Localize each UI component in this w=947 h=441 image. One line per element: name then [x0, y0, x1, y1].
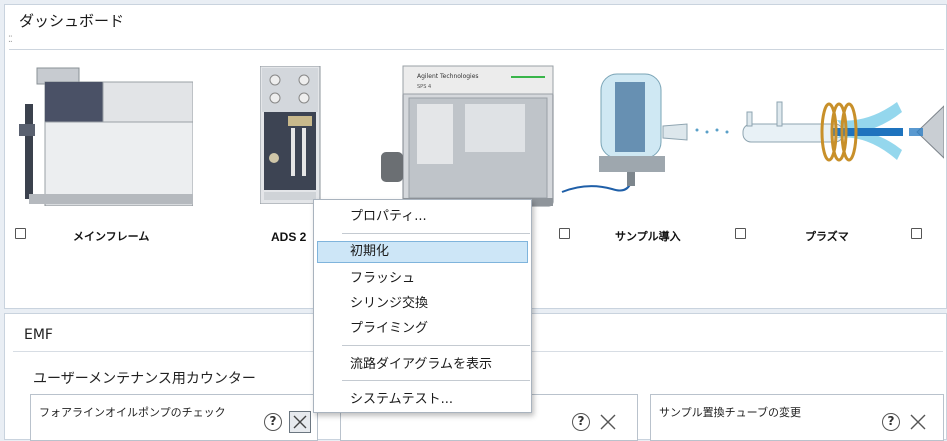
card-title: フォアラインオイルポンプのチェック	[39, 406, 226, 419]
card-title: サンプル置換チューブの変更	[659, 406, 802, 419]
mainframe-instrument-icon[interactable]	[15, 64, 193, 206]
drag-grip-icon[interactable]: ⁚⁚	[8, 35, 13, 45]
menu-separator	[342, 380, 530, 381]
plasma-torch-icon[interactable]	[737, 72, 912, 190]
menu-item-show-flow-diagram[interactable]: 流路ダイアグラムを表示	[317, 354, 528, 376]
menu-item-flush[interactable]: フラッシュ	[317, 268, 528, 290]
help-icon[interactable]: ?	[264, 413, 282, 431]
sample-introduction-icon[interactable]	[557, 64, 737, 206]
menu-item-properties[interactable]: プロパティ...	[317, 206, 528, 228]
dashboard-title: ダッシュボード	[19, 12, 125, 30]
module-label-plasma: プラズマ	[805, 231, 849, 243]
menu-item-replace-syringe[interactable]: シリンジ交換	[317, 293, 528, 315]
context-menu: プロパティ... 初期化 フラッシュ シリンジ交換 プライミング 流路ダイアグラ…	[313, 199, 532, 413]
emf-title: EMF	[24, 327, 53, 343]
module-checkbox-sample-intro[interactable]	[559, 228, 570, 239]
module-checkbox-mainframe[interactable]	[15, 228, 26, 239]
instrument-model-text: SPS 4	[417, 84, 431, 90]
close-icon[interactable]	[597, 411, 619, 433]
menu-separator	[342, 233, 530, 234]
menu-separator	[342, 345, 530, 346]
help-icon[interactable]: ?	[572, 413, 590, 431]
menu-item-priming[interactable]: プライミング	[317, 318, 528, 340]
interface-cone-icon[interactable]	[909, 94, 944, 174]
maintenance-card: サンプル置換チューブの変更 ?	[650, 394, 944, 441]
menu-item-initialize[interactable]: 初期化	[317, 241, 528, 263]
agilent-spectrometer-icon[interactable]: Agilent Technologies SPS 4	[381, 64, 559, 212]
maintenance-counter-title: ユーザーメンテナンス用カウンター	[33, 371, 256, 387]
menu-item-system-test[interactable]: システムテスト...	[317, 389, 528, 411]
module-label-sample-intro: サンプル導入	[615, 231, 681, 243]
close-icon[interactable]	[907, 411, 929, 433]
module-label-ads2: ADS 2	[271, 230, 307, 244]
maintenance-card: フォアラインオイルポンプのチェック ?	[30, 394, 318, 441]
module-checkbox-plasma[interactable]	[735, 228, 746, 239]
module-label-mainframe: メインフレーム	[73, 231, 150, 243]
help-icon[interactable]: ?	[882, 413, 900, 431]
close-icon[interactable]	[289, 411, 311, 433]
module-checkbox-interface[interactable]	[911, 228, 922, 239]
instrument-brand-text: Agilent Technologies	[417, 73, 479, 80]
ads2-autosampler-icon[interactable]	[260, 66, 322, 204]
